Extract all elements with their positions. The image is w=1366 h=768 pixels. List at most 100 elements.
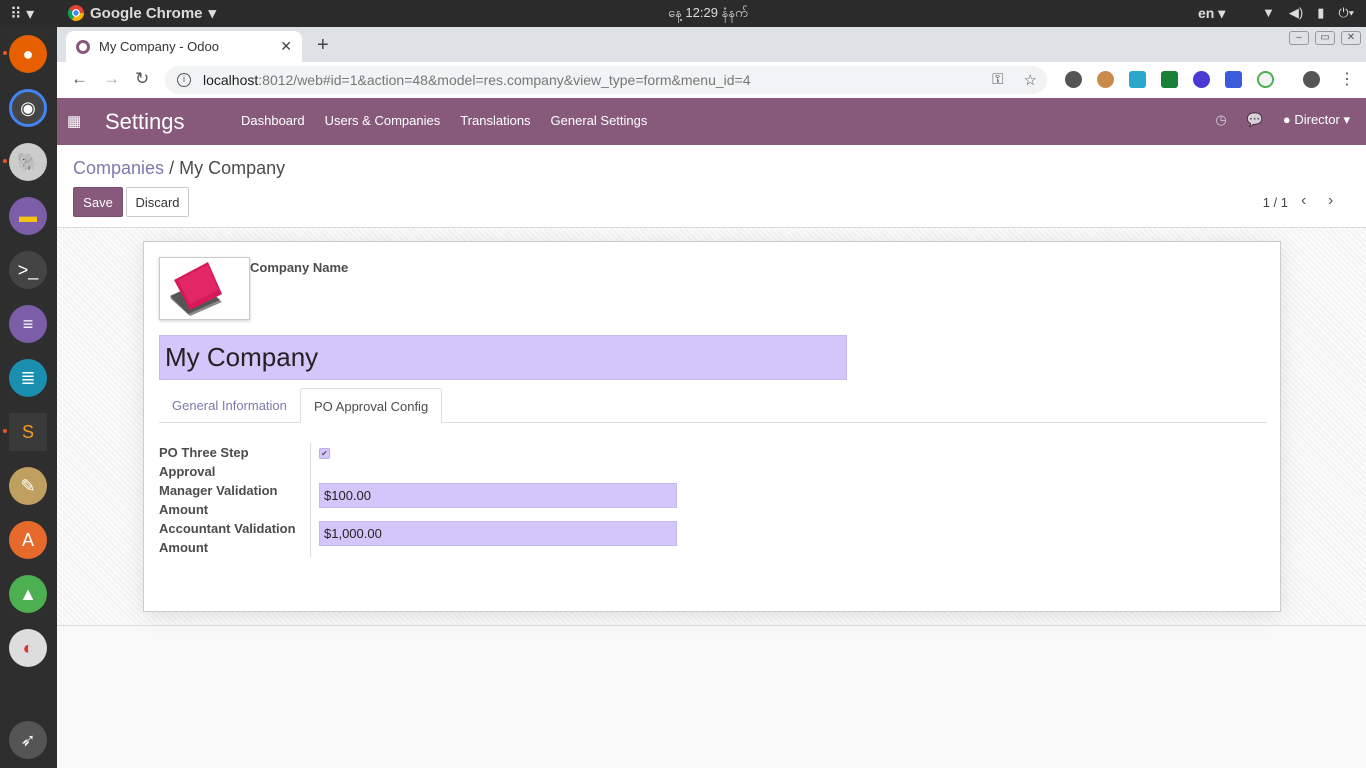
app-switcher-icon[interactable]: ▦ <box>67 112 81 130</box>
battery-icon: ▮ <box>1317 5 1325 20</box>
browser-window: My Company - Odoo ✕ + – ▭ ✕ ← → ↻ i loca… <box>57 27 1366 98</box>
app-menu[interactable]: Google Chrome ▾ <box>68 4 216 22</box>
tab-po-approval-config[interactable]: PO Approval Config <box>300 388 443 423</box>
system-tray[interactable]: ▼ ◀) ▮ ⏻▾ <box>1262 5 1354 21</box>
form-sheet: Company Name My Company General Informat… <box>143 241 1281 612</box>
browser-toolbar: ← → ↻ i localhost:8012/web#id=1&action=4… <box>57 62 1366 98</box>
menu-dashboard[interactable]: Dashboard <box>241 113 305 128</box>
back-icon[interactable]: ← <box>71 69 88 89</box>
form-notebook: General Information PO Approval Config <box>159 388 1267 423</box>
breadcrumb-companies[interactable]: Companies <box>73 158 164 178</box>
pager-next-icon[interactable]: › <box>1328 192 1333 210</box>
top-menu: Dashboard Users & Companies Translations… <box>241 113 647 128</box>
power-icon: ⏻▾ <box>1338 5 1355 20</box>
sublime-icon[interactable]: S <box>9 413 47 451</box>
launcher-rocket-icon[interactable]: ➶ <box>9 721 47 759</box>
extension-sheets-icon[interactable] <box>1161 71 1178 88</box>
extension-bird-icon[interactable] <box>1129 71 1146 88</box>
menu-general-settings[interactable]: General Settings <box>551 113 648 128</box>
odoo-favicon-icon <box>76 39 90 54</box>
accountant-validation-amount-input[interactable]: $1,000.00 <box>319 521 677 546</box>
minimize-icon[interactable]: – <box>1289 31 1309 45</box>
new-tab-icon[interactable]: + <box>317 34 329 57</box>
forward-icon[interactable]: → <box>103 69 120 89</box>
address-bar[interactable]: i localhost:8012/web#id=1&action=48&mode… <box>165 66 1047 94</box>
image-viewer-icon[interactable]: ▲ <box>9 575 47 613</box>
tab-title: My Company - Odoo <box>99 39 219 54</box>
url-host: localhost <box>203 72 259 88</box>
user-avatar-icon: ● <box>1282 112 1291 127</box>
browser-tab[interactable]: My Company - Odoo ✕ <box>66 31 302 62</box>
software-center-icon[interactable]: A <box>9 521 47 559</box>
control-panel: Companies / My Company Save Discard 1 / … <box>57 145 1366 228</box>
label-divider <box>310 443 311 557</box>
more-menu-icon[interactable]: ⋮ <box>1339 69 1355 89</box>
files-icon[interactable]: ▬ <box>9 197 47 235</box>
postgres-icon[interactable]: 🐘 <box>9 143 47 181</box>
terminal-icon[interactable]: >_ <box>9 251 47 289</box>
manager-validation-label: Manager Validation Amount <box>159 483 278 517</box>
chat-icon[interactable]: 💬 <box>1247 112 1263 128</box>
site-info-icon[interactable]: i <box>177 73 191 87</box>
discard-button[interactable]: Discard <box>126 187 189 217</box>
po-three-step-label: PO Three Step Approval <box>159 445 249 479</box>
toggle-app-icon[interactable]: ◐ <box>9 629 47 667</box>
menu-translations[interactable]: Translations <box>460 113 530 128</box>
chrome-icon <box>68 5 84 21</box>
activity-clock-icon[interactable]: ◷ <box>1215 112 1226 128</box>
menu-users-companies[interactable]: Users & Companies <box>325 113 441 128</box>
form-view: Company Name My Company General Informat… <box>57 228 1366 626</box>
language-label: en <box>1198 5 1215 21</box>
tab-general-information[interactable]: General Information <box>159 388 300 423</box>
wifi-icon: ▼ <box>1262 5 1275 20</box>
volume-icon: ◀) <box>1288 5 1304 20</box>
pager-previous-icon[interactable]: ‹ <box>1301 192 1306 210</box>
company-name-label: Company Name <box>250 260 349 275</box>
breadcrumb-current: My Company <box>179 158 286 178</box>
systray: ◷ 💬 ● Director ▾ <box>1215 112 1350 128</box>
po-three-step-checkbox[interactable]: ✔ <box>319 448 330 459</box>
profile-icon[interactable] <box>1303 71 1320 88</box>
restore-icon[interactable]: ▭ <box>1315 31 1335 45</box>
app-name: Google Chrome <box>90 4 203 22</box>
firefox-icon[interactable]: ● <box>9 35 47 73</box>
extension-download-icon[interactable] <box>1257 71 1274 88</box>
user-menu[interactable]: ● Director ▾ <box>1283 112 1350 128</box>
activities-icon[interactable]: ⠿ ▾ <box>10 4 34 24</box>
text-editor-icon[interactable]: ≡ <box>9 305 47 343</box>
save-button[interactable]: Save <box>73 187 123 217</box>
extension-book-icon[interactable] <box>1225 71 1242 88</box>
odoo-navbar: ▦ Settings Dashboard Users & Companies T… <box>57 98 1366 145</box>
manager-validation-amount-input[interactable]: $100.00 <box>319 483 677 508</box>
laptop-logo-image <box>170 262 222 316</box>
url-path: :8012/web#id=1&action=48&model=res.compa… <box>258 72 751 88</box>
key-icon[interactable]: ⚿ <box>992 71 1003 89</box>
company-logo[interactable] <box>159 257 250 320</box>
bookmark-star-icon[interactable]: ☆ <box>1024 71 1037 89</box>
company-name-input[interactable]: My Company <box>159 335 847 380</box>
system-top-bar: ⠿ ▾ Google Chrome ▾ နေ့ 12:29 နံနက် en ▾… <box>0 0 1366 27</box>
close-window-icon[interactable]: ✕ <box>1341 31 1361 45</box>
document-icon[interactable]: ≣ <box>9 359 47 397</box>
reload-icon[interactable]: ↻ <box>135 69 149 89</box>
running-indicator <box>3 51 7 55</box>
user-name: Director <box>1294 112 1340 127</box>
app-title: Settings <box>105 109 185 134</box>
chrome-launcher-icon[interactable]: ◉ <box>9 89 47 127</box>
chevron-down-icon: ▾ <box>208 5 217 22</box>
running-indicator <box>3 159 7 163</box>
dock: ● ◉ 🐘 ▬ >_ ≡ ≣ S ✎ A ▲ ◐ ➶ <box>0 27 57 768</box>
clock[interactable]: နေ့ 12:29 နံနက် <box>668 5 748 24</box>
extension-ninja-icon[interactable] <box>1065 71 1082 88</box>
settings-tools-icon[interactable]: ✎ <box>9 467 47 505</box>
tab-strip: My Company - Odoo ✕ + – ▭ ✕ <box>57 27 1366 62</box>
breadcrumb-separator: / <box>169 158 175 178</box>
accountant-validation-label: Accountant Validation Amount <box>159 521 296 555</box>
extension-avatar-icon[interactable] <box>1097 71 1114 88</box>
language-indicator[interactable]: en ▾ <box>1198 5 1225 22</box>
close-tab-icon[interactable]: ✕ <box>280 38 292 55</box>
pager-value[interactable]: 1 / 1 <box>1263 195 1288 210</box>
extension-purple-icon[interactable] <box>1193 71 1210 88</box>
running-indicator <box>3 429 7 433</box>
breadcrumb: Companies / My Company <box>73 158 285 179</box>
